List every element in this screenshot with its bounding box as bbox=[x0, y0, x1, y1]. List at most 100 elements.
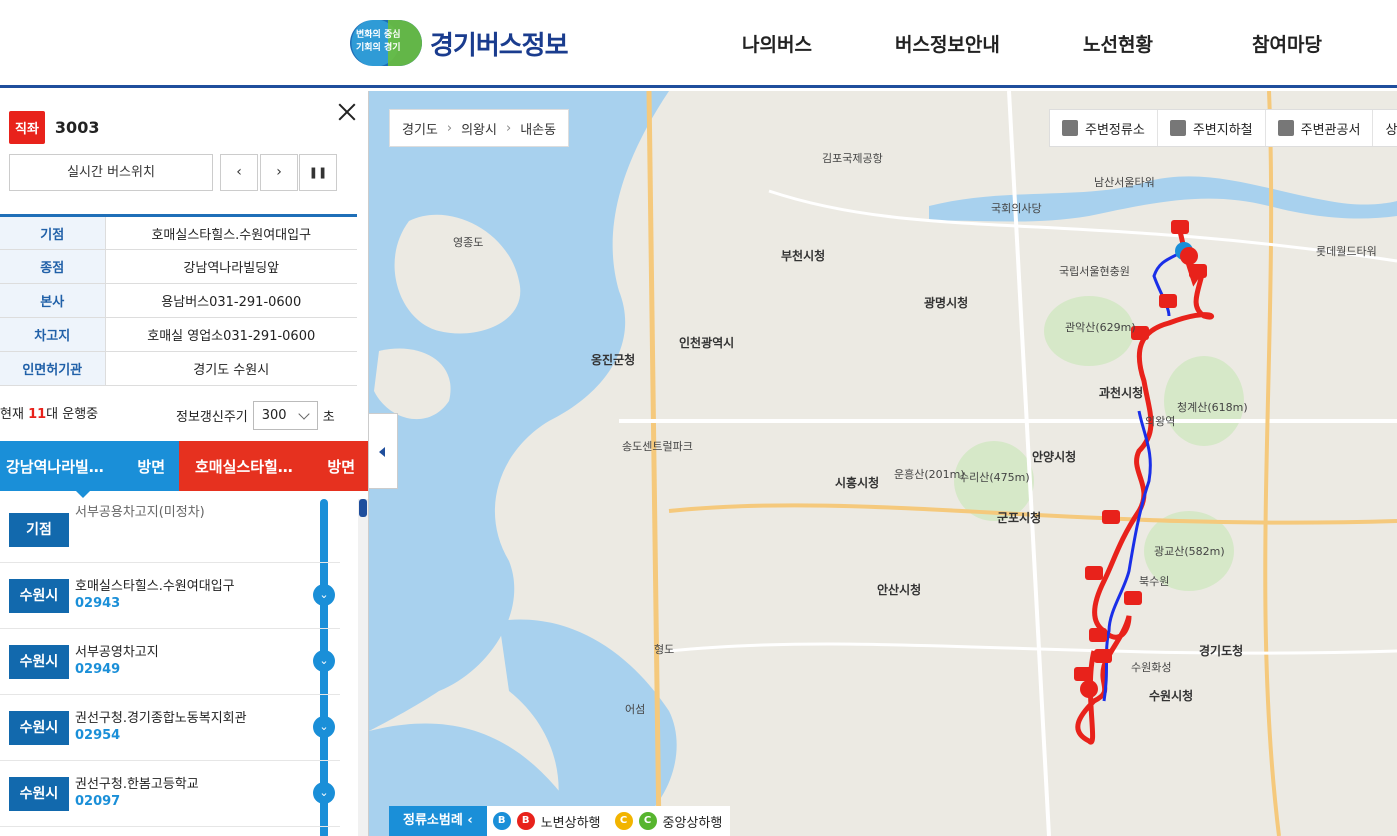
map-label: 부천시청 bbox=[781, 249, 826, 263]
nav-bus-info[interactable]: 버스정보안내 bbox=[895, 30, 1000, 57]
stop-marker-icon bbox=[1080, 680, 1098, 698]
refresh-interval: 정보갱신주기 300 초 bbox=[176, 401, 335, 430]
info-row: 종점 강남역나라빌딩앞 bbox=[0, 249, 357, 284]
map-label: 옹진군청 bbox=[591, 353, 636, 367]
nearby-label: 주변관공서 bbox=[1300, 122, 1361, 138]
live-bus-location-button[interactable]: 실시간 버스위치 bbox=[9, 154, 213, 191]
direction-tabs: 강남역나라빌… 방면 호매실스타힐… 방면 bbox=[0, 441, 368, 498]
nearby-stops-button[interactable]: 주변정류소 bbox=[1050, 110, 1158, 146]
legend-toggle-button[interactable]: 정류소범례 ‹ bbox=[389, 806, 487, 836]
nearby-label: 상 bbox=[1385, 122, 1397, 138]
info-label: 차고지 bbox=[0, 317, 106, 352]
logo-badge-icon: 변화의 중심 기회의 경기 bbox=[350, 20, 422, 66]
info-label: 기점 bbox=[0, 215, 106, 250]
breadcrumb-item[interactable]: 의왕시 bbox=[461, 119, 497, 138]
scrollbar-thumb[interactable] bbox=[359, 499, 367, 517]
direction-name: 강남역나라빌… bbox=[6, 457, 104, 476]
legend-button-label: 정류소범례 bbox=[403, 813, 463, 828]
nav-route-status[interactable]: 노선현황 bbox=[1083, 30, 1153, 57]
map-label: 롯데월드타워 bbox=[1316, 245, 1377, 258]
map-label: 과천시청 bbox=[1099, 386, 1144, 400]
direction-suffix: 방면 bbox=[327, 457, 355, 476]
direction-suffix: 방면 bbox=[137, 457, 165, 476]
info-row: 본사 용남버스031-291-0600 bbox=[0, 283, 357, 318]
breadcrumb-item[interactable]: 경기도 bbox=[402, 119, 438, 138]
map-label: 관악산(629m) bbox=[1065, 321, 1136, 334]
chevron-down-icon[interactable]: ⌄ bbox=[313, 716, 335, 738]
subway-icon bbox=[1169, 120, 1186, 136]
nearby-subway-button[interactable]: 주변지하철 bbox=[1158, 110, 1266, 146]
median-up-icon: C bbox=[614, 812, 633, 830]
refresh-label: 정보갱신주기 bbox=[176, 410, 248, 425]
nearby-more-button[interactable]: 상 bbox=[1373, 110, 1397, 146]
median-down-icon: C bbox=[638, 812, 657, 830]
list-item[interactable]: 수원시 서부공영차고지 02949 ⌄ bbox=[0, 629, 340, 695]
panel-collapse-button[interactable] bbox=[369, 413, 398, 489]
tab-direction-gangnam[interactable]: 강남역나라빌… 방면 bbox=[0, 441, 179, 498]
next-button[interactable]: › bbox=[260, 154, 298, 191]
route-panel: 직좌 3003 실시간 버스위치 ‹ › ❚❚ 기점 호매실스타힐스.수원여대입구… bbox=[0, 91, 369, 836]
map-label: 영종도 bbox=[453, 236, 484, 249]
map-label: 송도센트럴파크 bbox=[622, 440, 693, 453]
info-value: 강남역나라빌딩앞 bbox=[105, 249, 357, 284]
info-label: 종점 bbox=[0, 249, 106, 284]
list-item[interactable]: 수원시 권선구청.경기종합노동복지회관 02954 ⌄ bbox=[0, 695, 340, 761]
map-label: 의왕역 bbox=[1145, 415, 1176, 428]
info-row: 기점 호매실스타힐스.수원여대입구 bbox=[0, 215, 357, 250]
breadcrumb: 경기도 › 의왕시 › 내손동 bbox=[389, 109, 570, 147]
roadside-down-icon: B bbox=[516, 812, 535, 830]
route-header: 직좌 3003 bbox=[9, 111, 99, 144]
map-label: 김포국제공항 bbox=[822, 152, 883, 165]
tab-direction-homaesil[interactable]: 호매실스타힐… 방면 bbox=[179, 441, 368, 491]
nearby-office-button[interactable]: 주변관공서 bbox=[1266, 110, 1374, 146]
list-item[interactable]: 기점 서부공용차고지(미정차) bbox=[0, 491, 340, 563]
stop-badge: 기점 bbox=[9, 513, 69, 547]
route-info-table: 기점 호매실스타힐스.수원여대입구 종점 강남역나라빌딩앞 본사 용남버스031-29… bbox=[0, 214, 357, 386]
running-count: 11 bbox=[28, 407, 47, 422]
map-label: 광교산(582m) bbox=[1154, 545, 1225, 558]
chevron-right-icon: › bbox=[446, 120, 453, 136]
nav-participation[interactable]: 참여마당 bbox=[1252, 30, 1322, 57]
stop-marker-icon bbox=[1180, 247, 1198, 265]
map-label: 안산시청 bbox=[877, 583, 922, 597]
map-label: 안양시청 bbox=[1032, 450, 1077, 464]
site-logo[interactable]: 변화의 중심 기회의 경기 경기버스정보 bbox=[350, 20, 569, 66]
stop-id: 02949 bbox=[75, 662, 121, 677]
map-label: 수원시청 bbox=[1149, 689, 1194, 703]
prev-button[interactable]: ‹ bbox=[220, 154, 258, 191]
map-label: 청계산(618m) bbox=[1177, 401, 1248, 414]
chevron-down-icon[interactable]: ⌄ bbox=[313, 650, 335, 672]
pause-button[interactable]: ❚❚ bbox=[299, 154, 337, 191]
stop-name: 호매실스타힐스.수원여대입구 bbox=[75, 579, 235, 594]
running-prefix: 현재 bbox=[0, 407, 24, 422]
stop-list-scrollbar[interactable] bbox=[358, 499, 368, 836]
chevron-down-icon[interactable]: ⌄ bbox=[313, 782, 335, 804]
chevron-down-icon[interactable]: ⌄ bbox=[313, 584, 335, 606]
stop-name: 서부공영차고지 bbox=[75, 645, 159, 660]
list-item[interactable]: 수원시 권선구청.한봄고등학교 02097 ⌄ bbox=[0, 761, 340, 827]
close-icon[interactable] bbox=[336, 101, 358, 123]
refresh-interval-select[interactable]: 300 bbox=[252, 401, 318, 430]
roadside-up-icon: B bbox=[492, 812, 511, 830]
map-label: 남산서울타워 bbox=[1094, 176, 1155, 189]
stop-name: 서부공용차고지(미정차) bbox=[75, 505, 205, 520]
map-label: 북수원 bbox=[1139, 575, 1170, 588]
map-label: 광명시청 bbox=[924, 296, 969, 310]
nearby-label: 주변지하철 bbox=[1192, 122, 1253, 138]
info-value: 호매실 영업소031-291-0600 bbox=[105, 317, 357, 352]
map-label: 수리산(475m) bbox=[959, 471, 1030, 484]
bus-stop-icon bbox=[1062, 120, 1078, 136]
info-label: 인면허기관 bbox=[0, 351, 106, 386]
legend-label: 중앙상하행 bbox=[662, 815, 723, 831]
list-item[interactable]: 수원시 호매실스타힐스.수원여대입구 02943 ⌄ bbox=[0, 563, 340, 629]
nav-my-bus[interactable]: 나의버스 bbox=[742, 30, 812, 57]
breadcrumb-item[interactable]: 내손동 bbox=[520, 119, 556, 138]
info-row: 차고지 호매실 영업소031-291-0600 bbox=[0, 317, 357, 352]
route-map[interactable]: 인천광역시 옹진군청 부천시청 광명시청 시흥시청 안산시청 군포시청 안양시청… bbox=[369, 91, 1397, 836]
route-type-badge: 직좌 bbox=[9, 111, 45, 144]
info-value: 호매실스타힐스.수원여대입구 bbox=[105, 215, 357, 250]
map-label: 국회의사당 bbox=[991, 202, 1042, 215]
map-label: 군포시청 bbox=[997, 511, 1042, 525]
stop-badge: 수원시 bbox=[9, 579, 69, 613]
direction-name: 호매실스타힐… bbox=[195, 457, 293, 476]
